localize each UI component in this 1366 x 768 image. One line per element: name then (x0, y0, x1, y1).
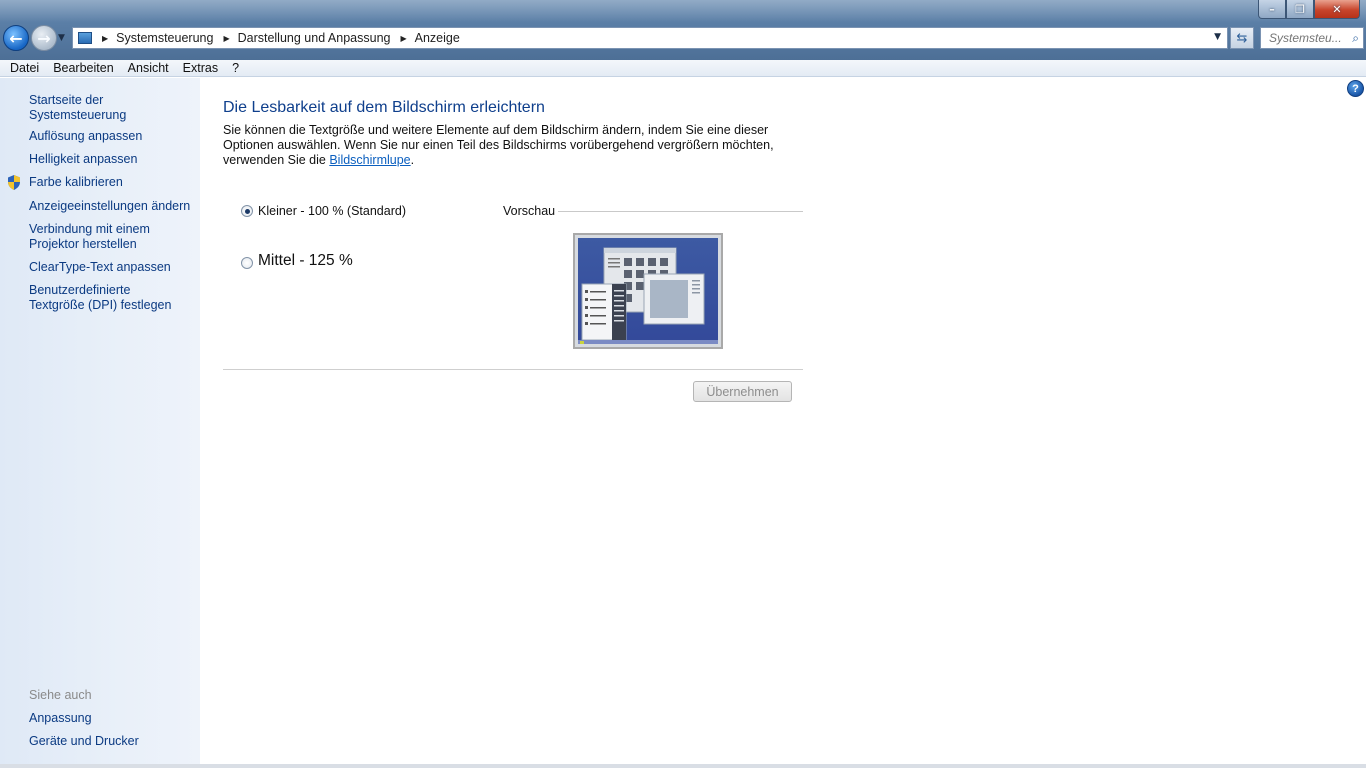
breadcrumb-darstellung[interactable]: Darstellung und Anpassung (238, 31, 391, 45)
arrow-left-icon: ← (9, 28, 23, 48)
see-also-link-devices-printers[interactable]: Geräte und Drucker (29, 734, 197, 749)
description-text: Sie können die Textgröße und weitere Ele… (223, 123, 774, 167)
option-smaller[interactable]: Kleiner - 100 % (Standard) (241, 204, 406, 218)
menu-ansicht[interactable]: Ansicht (121, 61, 176, 75)
refresh-icon: ⇆ (1236, 30, 1248, 46)
chevron-right-icon[interactable]: ▶ (223, 34, 229, 43)
option-smaller-label[interactable]: Kleiner - 100 % (Standard) (258, 204, 406, 218)
radio-smaller[interactable] (241, 205, 253, 217)
refresh-button[interactable]: ⇆ (1230, 27, 1254, 49)
magnifier-link[interactable]: Bildschirmlupe (329, 153, 410, 167)
close-button[interactable]: ✕ (1314, 0, 1360, 19)
window-controls: – ❐ ✕ (1258, 0, 1360, 19)
apply-button[interactable]: Übernehmen (693, 381, 792, 402)
chevron-right-icon[interactable]: ▶ (102, 34, 108, 43)
arrow-right-icon: → (37, 28, 51, 48)
page-title: Die Lesbarkeit auf dem Bildschirm erleic… (223, 99, 545, 116)
sidebar-link-projector[interactable]: Verbindung mit einem Projektor herstelle… (29, 222, 159, 252)
menu-help[interactable]: ? (225, 61, 246, 75)
shield-icon (8, 175, 20, 190)
content-divider (223, 369, 803, 370)
sidebar-link-home[interactable]: Startseite der Systemsteuerung (29, 93, 197, 123)
option-medium[interactable]: Mittel - 125 % (241, 252, 353, 270)
search-input[interactable] (1269, 31, 1345, 45)
control-panel-icon (78, 32, 92, 44)
preview-image (573, 233, 723, 349)
menu-bearbeiten[interactable]: Bearbeiten (46, 61, 120, 75)
option-medium-label[interactable]: Mittel - 125 % (258, 252, 353, 270)
maximize-button[interactable]: ❐ (1286, 0, 1314, 19)
sidebar-link-custom-dpi[interactable]: Benutzerdefinierte Textgröße (DPI) festl… (29, 283, 189, 313)
radio-medium[interactable] (241, 256, 253, 269)
preview-divider (558, 211, 803, 212)
sidebar-link-cleartype[interactable]: ClearType-Text anpassen (29, 260, 197, 275)
chevron-right-icon[interactable]: ▶ (400, 34, 406, 43)
menu-bar: Datei Bearbeiten Ansicht Extras ? (0, 60, 1366, 77)
description-end: . (410, 153, 415, 167)
taskbar-edge (0, 764, 1366, 768)
see-also-link-personalization[interactable]: Anpassung (29, 711, 197, 726)
help-button[interactable]: ? (1347, 80, 1364, 97)
page-description: Sie können die Textgröße und weitere Ele… (223, 123, 803, 168)
sidebar: Startseite der Systemsteuerung Auflösung… (0, 78, 200, 768)
see-also-heading: Siehe auch (29, 688, 92, 702)
search-icon[interactable]: ⌕ (1352, 31, 1359, 46)
minimize-button[interactable]: – (1258, 0, 1286, 19)
recent-pages-dropdown[interactable]: ▼ (58, 33, 65, 43)
address-dropdown[interactable]: ▼ (1214, 32, 1221, 42)
breadcrumb-anzeige[interactable]: Anzeige (415, 31, 460, 45)
search-box[interactable]: ⌕ (1260, 27, 1364, 49)
sidebar-link-resolution[interactable]: Auflösung anpassen (29, 129, 197, 144)
preview-screen (578, 238, 718, 344)
menu-extras[interactable]: Extras (176, 61, 225, 75)
preview-label: Vorschau (503, 204, 556, 218)
sidebar-link-display-settings[interactable]: Anzeigeeinstellungen ändern (29, 199, 197, 214)
title-bar: – ❐ ✕ ← → ▼ ▶ Systemsteuerung ▶ Darstell… (0, 0, 1366, 60)
back-button[interactable]: ← (3, 25, 29, 51)
forward-button[interactable]: → (31, 25, 57, 51)
sidebar-link-brightness[interactable]: Helligkeit anpassen (29, 152, 197, 167)
menu-datei[interactable]: Datei (3, 61, 46, 75)
breadcrumb: ▶ Systemsteuerung ▶ Darstellung und Anpa… (92, 31, 460, 45)
address-bar[interactable]: ▶ Systemsteuerung ▶ Darstellung und Anpa… (72, 27, 1228, 49)
breadcrumb-systemsteuerung[interactable]: Systemsteuerung (116, 31, 213, 45)
preview-window-icon (578, 247, 718, 344)
sidebar-link-calibrate-color[interactable]: Farbe kalibrieren (29, 175, 197, 190)
